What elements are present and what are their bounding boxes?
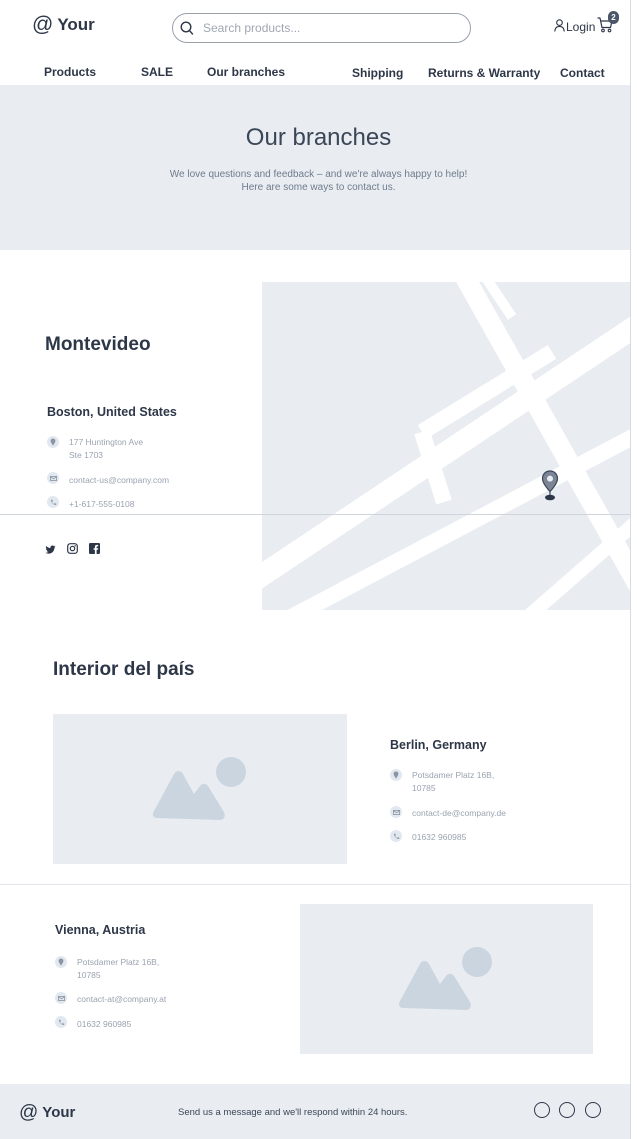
hero-banner	[0, 85, 631, 250]
address-line1: Potsdamer Platz 16B,	[412, 770, 495, 780]
nav-our-branches[interactable]: Our branches	[207, 65, 285, 79]
image-placeholder-icon	[399, 947, 492, 1010]
footer-logo-text: Your	[42, 1104, 76, 1121]
hero-subtitle-line1: We love questions and feedback – and we'…	[169, 169, 468, 180]
nav-returns-warranty[interactable]: Returns & Warranty	[428, 66, 540, 80]
login-label: Login	[566, 20, 596, 34]
email-link[interactable]: contact-at@company.at	[77, 993, 166, 1006]
vienna-image-placeholder	[300, 904, 593, 1054]
location-pin-icon	[390, 769, 402, 781]
mail-icon	[55, 992, 67, 1004]
cart-button[interactable]: 2	[597, 11, 619, 39]
branch-map[interactable]	[262, 282, 631, 610]
map-pin-icon[interactable]	[541, 470, 559, 507]
phone-icon	[390, 830, 402, 842]
location-pin-icon	[47, 436, 59, 448]
hero-subtitle-line2: Here are some ways to contact us.	[241, 182, 396, 193]
cart-count-badge: 2	[608, 11, 619, 24]
search-icon[interactable]	[179, 20, 195, 41]
user-icon	[554, 19, 565, 35]
footer-logo-symbol: @	[19, 1102, 39, 1123]
logo-text: Your	[57, 14, 95, 34]
footer-social-circle-1[interactable]	[534, 1102, 550, 1118]
page-edge	[630, 0, 631, 1139]
address-line1: Potsdamer Platz 16B,	[77, 957, 160, 967]
search-input[interactable]	[203, 19, 453, 37]
footer-social-circle-3[interactable]	[585, 1102, 601, 1118]
login-link[interactable]: Login	[554, 19, 595, 35]
nav-shipping[interactable]: Shipping	[352, 66, 403, 80]
twitter-icon[interactable]	[45, 542, 56, 560]
address-line2: Ste 1703	[69, 450, 104, 460]
email-link[interactable]: contact-us@company.com	[69, 474, 169, 487]
address-line1: 177 Huntington Ave	[69, 437, 144, 447]
office-name-vienna: Vienna, Austria	[55, 923, 146, 937]
divider	[0, 514, 631, 515]
brand-logo[interactable]: @ Your	[32, 14, 95, 35]
phone-link[interactable]: 01632 960985	[77, 1018, 131, 1031]
section-heading-montevideo: Montevideo	[45, 334, 151, 355]
mail-icon	[47, 472, 59, 484]
divider	[0, 884, 631, 885]
office-name-boston: Boston, United States	[47, 405, 177, 419]
footer-logo[interactable]: @ Your	[19, 1103, 75, 1122]
location-pin-icon	[55, 956, 67, 968]
berlin-image-placeholder	[53, 714, 347, 864]
nav-contact[interactable]: Contact	[560, 66, 605, 80]
facebook-icon[interactable]	[89, 541, 100, 559]
address-line2: 10785	[412, 783, 436, 793]
phone-link[interactable]: +1-617-555-0108	[69, 498, 134, 511]
address-line2: 10785	[77, 970, 101, 980]
nav-products[interactable]: Products	[44, 65, 96, 79]
phone-icon	[47, 496, 59, 508]
page-title: Our branches	[245, 124, 392, 151]
email-link[interactable]: contact-de@company.de	[412, 807, 506, 820]
footer-message: Send us a message and we'll respond with…	[178, 1107, 408, 1118]
mail-icon	[390, 806, 402, 818]
logo-symbol: @	[32, 13, 54, 36]
nav-sale[interactable]: SALE	[141, 65, 173, 79]
office-name-berlin: Berlin, Germany	[390, 738, 487, 752]
image-placeholder-icon	[153, 757, 246, 820]
footer-social-circle-2[interactable]	[559, 1102, 575, 1118]
section-heading-interior: Interior del país	[53, 659, 195, 680]
instagram-icon[interactable]	[67, 541, 78, 559]
phone-link[interactable]: 01632 960985	[412, 831, 466, 844]
search-bar[interactable]	[172, 13, 471, 43]
phone-icon	[55, 1016, 67, 1028]
